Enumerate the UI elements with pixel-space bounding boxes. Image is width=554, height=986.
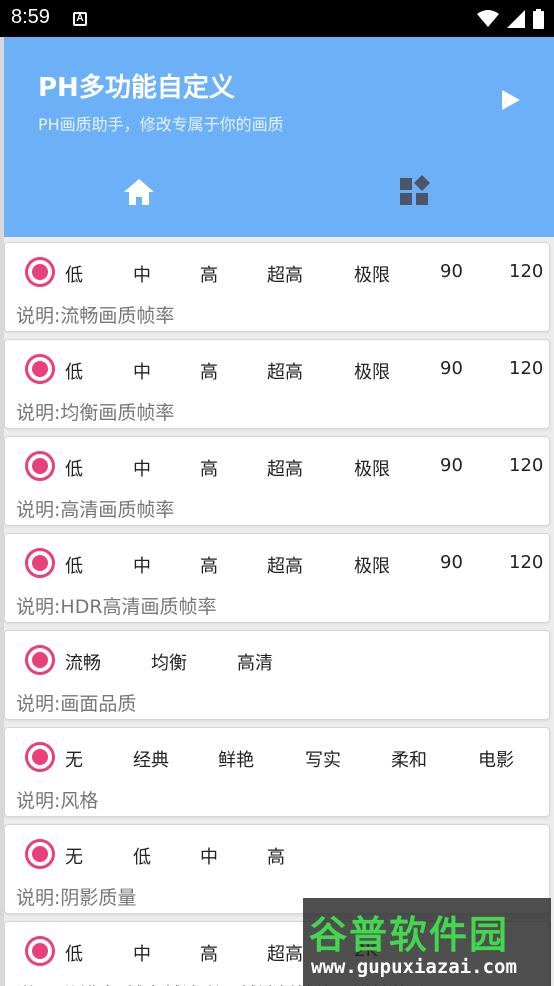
option-label[interactable]: 高清 bbox=[237, 649, 273, 675]
setting-card: 低 中 高 超高 极限 90 120 说明:流畅画质帧率 bbox=[4, 242, 550, 332]
radio-selected[interactable] bbox=[25, 451, 55, 481]
option-label[interactable]: 均衡 bbox=[151, 649, 187, 675]
signal-icon bbox=[507, 10, 525, 28]
setting-description: 说明:画面品质 bbox=[16, 693, 137, 715]
status-icons bbox=[477, 8, 544, 30]
option-label[interactable]: 低 bbox=[65, 358, 83, 384]
setting-description: 说明:流畅画质帧率 bbox=[16, 305, 175, 327]
radio-dot bbox=[32, 555, 48, 571]
option-label[interactable]: 经典 bbox=[133, 746, 169, 772]
wifi-icon bbox=[477, 10, 499, 27]
option-label[interactable]: 高 bbox=[200, 552, 218, 578]
tab-home[interactable] bbox=[122, 175, 156, 209]
option-label[interactable]: 写实 bbox=[305, 746, 341, 772]
option-label[interactable]: 流畅 bbox=[65, 649, 101, 675]
option-label[interactable]: 极限 bbox=[354, 358, 390, 384]
option-label[interactable]: 120 bbox=[509, 455, 543, 476]
settings-list: 低中高超高 极限 90 120 说明:流畅画质帧率低中高超高 极限 90 120 说明:均衡画质… bbox=[4, 237, 554, 986]
radio-selected[interactable] bbox=[25, 645, 55, 675]
radio-selected[interactable] bbox=[25, 548, 55, 578]
option-label[interactable]: 电影 bbox=[478, 746, 514, 772]
option-label[interactable]: 高 bbox=[267, 843, 285, 869]
battery-icon bbox=[533, 9, 544, 29]
radio-selected[interactable] bbox=[25, 839, 55, 869]
setting-card: 流畅 均衡 高清说明:画面品质 bbox=[4, 630, 550, 720]
option-label[interactable]: 90 bbox=[440, 261, 463, 282]
option-label[interactable]: 超高 bbox=[267, 940, 303, 966]
option-label[interactable]: 中 bbox=[133, 455, 151, 481]
option-label[interactable]: 极限 bbox=[354, 552, 390, 578]
radio-selected[interactable] bbox=[25, 354, 55, 384]
option-label[interactable]: 超高 bbox=[267, 552, 303, 578]
option-label[interactable]: 无 bbox=[65, 843, 83, 869]
option-label[interactable]: 超高 bbox=[267, 261, 303, 287]
radio-dot bbox=[32, 749, 48, 765]
play-arrow-icon[interactable] bbox=[500, 89, 522, 111]
status-time: 8:59 bbox=[11, 6, 50, 28]
home-icon bbox=[124, 179, 154, 205]
radio-dot bbox=[32, 846, 48, 862]
option-label[interactable]: 90 bbox=[440, 358, 463, 379]
option-label[interactable]: 高 bbox=[200, 940, 218, 966]
option-label[interactable]: 极限 bbox=[354, 455, 390, 481]
page-title: PH多功能自定义 bbox=[38, 73, 235, 103]
setting-card: 无 经典 鲜艳 写实 柔和 电影说明:风格 bbox=[4, 727, 550, 817]
option-label[interactable]: 中 bbox=[200, 843, 218, 869]
option-label[interactable]: 低 bbox=[65, 940, 83, 966]
watermark-logo-text: 谷普软件园 bbox=[309, 913, 510, 957]
setting-card: 低 中 高 超高 极限 90 120 说明:高清画质帧率 bbox=[4, 436, 550, 526]
notification-a-icon: A bbox=[73, 12, 87, 26]
app-header: PH多功能自定义 PH画质助手，修改专属于你的画质 bbox=[4, 37, 554, 237]
watermark-url: www.gupuxiazai.com bbox=[311, 956, 517, 978]
radio-selected[interactable] bbox=[25, 257, 55, 287]
option-label[interactable]: 中 bbox=[133, 358, 151, 384]
radio-dot bbox=[32, 652, 48, 668]
option-label[interactable]: 90 bbox=[440, 552, 463, 573]
option-label[interactable]: 低 bbox=[133, 843, 151, 869]
tab-widgets[interactable] bbox=[397, 173, 433, 209]
setting-description: 说明:高清画质帧率 bbox=[16, 499, 175, 521]
option-label[interactable]: 高 bbox=[200, 261, 218, 287]
page-subtitle: PH画质助手，修改专属于你的画质 bbox=[38, 115, 284, 134]
option-label[interactable]: 超高 bbox=[267, 455, 303, 481]
option-label[interactable]: 中 bbox=[133, 552, 151, 578]
radio-selected[interactable] bbox=[25, 936, 55, 966]
setting-description: 说明:HDR高清画质帧率 bbox=[16, 596, 217, 618]
radio-dot bbox=[32, 943, 48, 959]
setting-description: 说明:阴影质量 bbox=[16, 887, 137, 909]
watermark: 谷普软件园 www.gupuxiazai.com bbox=[303, 898, 551, 986]
option-label[interactable]: 高 bbox=[200, 455, 218, 481]
option-label[interactable]: 低 bbox=[65, 552, 83, 578]
option-label[interactable]: 90 bbox=[440, 455, 463, 476]
option-label[interactable]: 中 bbox=[133, 940, 151, 966]
option-label[interactable]: 低 bbox=[65, 455, 83, 481]
setting-description: 说明:风格 bbox=[16, 790, 99, 812]
radio-selected[interactable] bbox=[25, 742, 55, 772]
setting-card: 低 中 高 超高 极限 90 120 说明:均衡画质帧率 bbox=[4, 339, 550, 429]
option-label[interactable]: 120 bbox=[509, 261, 543, 282]
option-label[interactable]: 极限 bbox=[354, 261, 390, 287]
option-label[interactable]: 低 bbox=[65, 261, 83, 287]
setting-card: 低 中 高 超高 极限 90 120 说明:HDR高清画质帧率 bbox=[4, 533, 550, 623]
option-label[interactable]: 120 bbox=[509, 552, 543, 573]
option-label[interactable]: 无 bbox=[65, 746, 83, 772]
radio-dot bbox=[32, 361, 48, 377]
widgets-icon bbox=[400, 175, 430, 205]
option-label[interactable]: 120 bbox=[509, 358, 543, 379]
option-label[interactable]: 超高 bbox=[267, 358, 303, 384]
setting-description: 说明:均衡画质帧率 bbox=[16, 402, 175, 424]
radio-dot bbox=[32, 264, 48, 280]
status-bar: 8:59 A bbox=[0, 0, 554, 37]
option-label[interactable]: 中 bbox=[133, 261, 151, 287]
option-label[interactable]: 柔和 bbox=[391, 746, 427, 772]
radio-dot bbox=[32, 458, 48, 474]
option-label[interactable]: 鲜艳 bbox=[218, 746, 254, 772]
option-label[interactable]: 高 bbox=[200, 358, 218, 384]
